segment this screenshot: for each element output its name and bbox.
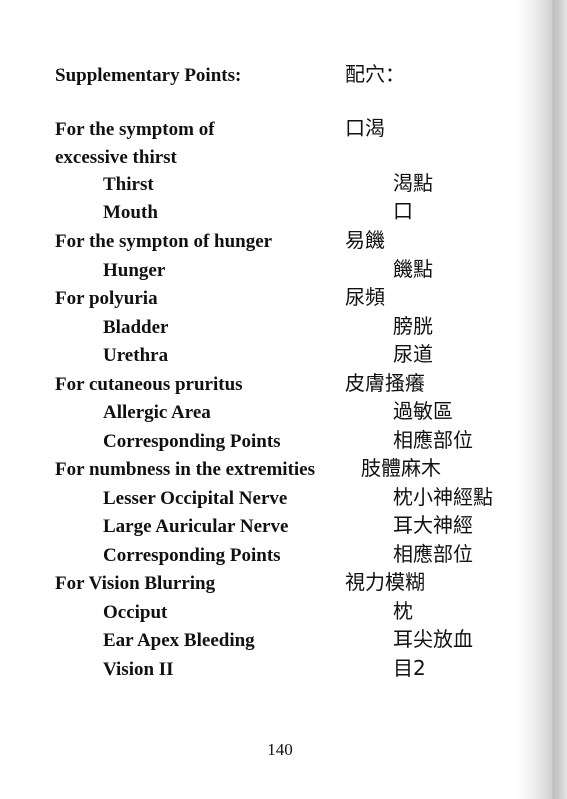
list-item: Bladder 膀胱 — [0, 314, 540, 344]
point-label: Large Auricular Nerve — [103, 516, 289, 537]
header-chinese: 配穴： — [345, 62, 405, 86]
point-chinese: 口 — [393, 199, 413, 223]
list-item: For cutaneous pruritus 皮膚搔癢 — [0, 371, 540, 401]
symptom-label: For cutaneous pruritus — [55, 374, 243, 395]
point-label: Mouth — [103, 202, 158, 223]
symptom-chinese: 尿頻 — [345, 285, 385, 309]
point-label: Corresponding Points — [103, 545, 281, 566]
list-item: Allergic Area 過敏區 — [0, 399, 540, 429]
point-chinese: 目2 — [393, 656, 426, 680]
symptom-chinese: 視力模糊 — [345, 570, 425, 594]
symptom-chinese: 肢體麻木 — [361, 456, 441, 480]
list-item: For Vision Blurring 視力模糊 — [0, 570, 540, 600]
symptom-label: For the sympton of hunger — [55, 231, 273, 252]
point-chinese: 耳大神經 — [393, 513, 473, 537]
point-chinese: 相應部位 — [393, 428, 473, 452]
point-chinese: 渴點 — [393, 171, 433, 195]
list-item: For the symptom of 口渴 — [0, 116, 540, 146]
list-item: Mouth 口 — [0, 199, 540, 229]
supplementary-points-header: Supplementary Points: 配穴： — [0, 62, 540, 92]
point-chinese: 過敏區 — [393, 399, 453, 423]
point-label: Thirst — [103, 174, 154, 195]
book-page: Supplementary Points: 配穴： For the sympto… — [0, 0, 560, 799]
symptom-chinese: 口渴 — [345, 116, 385, 140]
list-item: excessive thirst — [0, 146, 540, 174]
point-chinese: 尿道 — [393, 342, 433, 366]
list-item: For the sympton of hunger 易饑 — [0, 228, 540, 258]
list-item: Ear Apex Bleeding 耳尖放血 — [0, 627, 540, 657]
list-item: Corresponding Points 相應部位 — [0, 428, 540, 458]
point-label: Corresponding Points — [103, 431, 281, 452]
point-chinese: 枕 — [393, 599, 413, 623]
list-item: Vision II 目2 — [0, 656, 540, 686]
symptom-chinese: 皮膚搔癢 — [345, 371, 425, 395]
point-chinese: 饑點 — [393, 257, 433, 281]
point-chinese: 相應部位 — [393, 542, 473, 566]
symptom-label: For Vision Blurring — [55, 573, 216, 594]
symptom-label: For the symptom of — [55, 119, 215, 140]
point-chinese: 耳尖放血 — [393, 627, 473, 651]
list-item: Lesser Occipital Nerve 枕小神經點 — [0, 485, 540, 515]
list-item: Corresponding Points 相應部位 — [0, 542, 540, 572]
list-item: Urethra 尿道 — [0, 342, 540, 372]
symptom-label: For polyuria — [55, 288, 158, 309]
point-label: Bladder — [103, 317, 169, 338]
point-label: Vision II — [103, 659, 174, 680]
point-chinese: 枕小神經點 — [393, 485, 493, 509]
list-item: Hunger 饑點 — [0, 257, 540, 287]
list-item: Occiput 枕 — [0, 599, 540, 629]
symptom-chinese: 易饑 — [345, 228, 385, 252]
point-label: Urethra — [103, 345, 169, 366]
symptom-label-continued: excessive thirst — [55, 147, 177, 168]
point-label: Allergic Area — [103, 402, 211, 423]
point-label: Lesser Occipital Nerve — [103, 488, 288, 509]
list-item: For numbness in the extremities 肢體麻木 — [0, 456, 540, 486]
point-label: Occiput — [103, 602, 168, 623]
point-label: Ear Apex Bleeding — [103, 630, 255, 651]
point-chinese: 膀胱 — [393, 314, 433, 338]
page-number: 140 — [267, 740, 293, 759]
symptom-label: For numbness in the extremities — [55, 459, 316, 480]
header-label: Supplementary Points: — [55, 65, 242, 86]
point-label: Hunger — [103, 260, 166, 281]
list-item: Large Auricular Nerve 耳大神經 — [0, 513, 540, 543]
list-item: Thirst 渴點 — [0, 171, 540, 201]
list-item: For polyuria 尿頻 — [0, 285, 540, 315]
